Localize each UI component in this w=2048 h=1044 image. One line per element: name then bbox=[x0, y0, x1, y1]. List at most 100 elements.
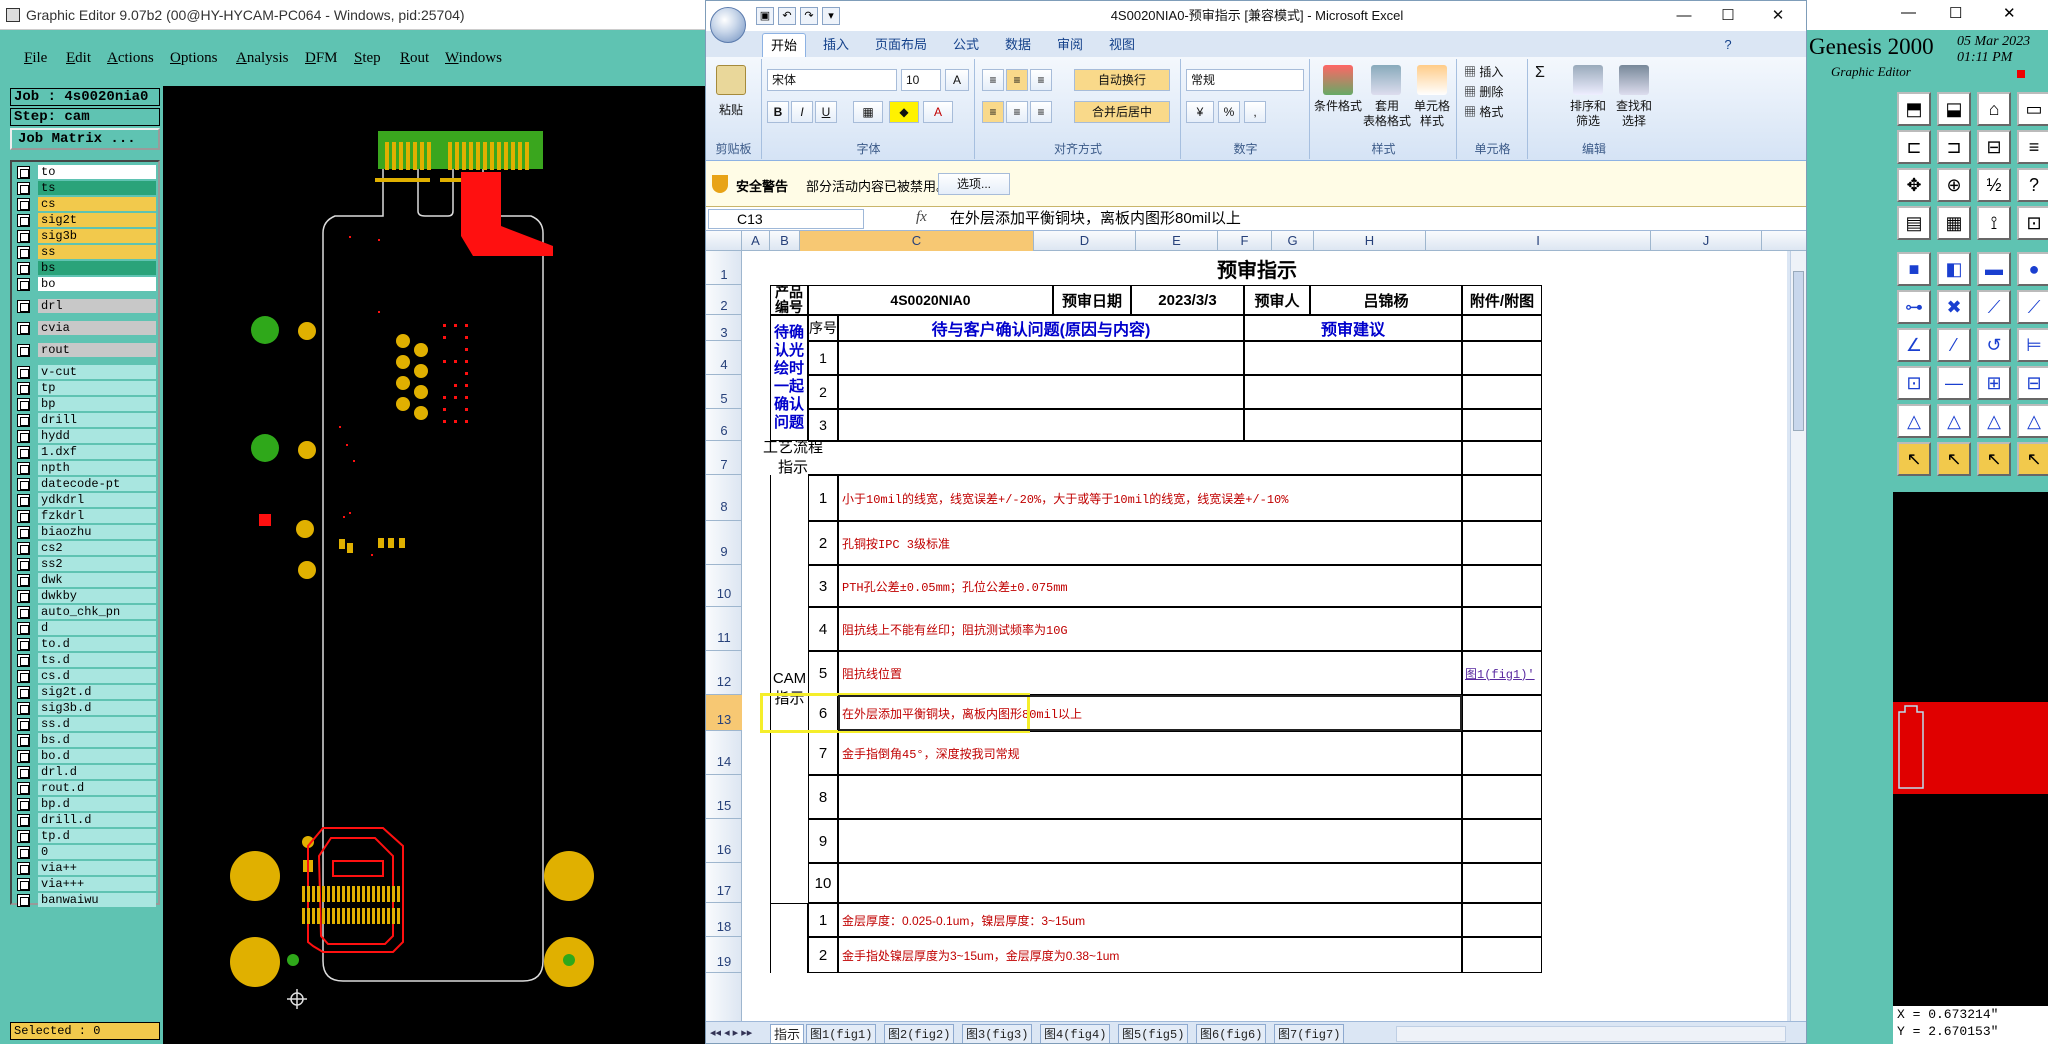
row-header[interactable]: 10 bbox=[706, 565, 742, 607]
row-header[interactable]: 8 bbox=[706, 475, 742, 521]
tool-button[interactable]: ↖ bbox=[1977, 442, 2011, 476]
cam-label[interactable]: CAM指示 bbox=[770, 475, 808, 903]
item-text[interactable]: PTH孔公差±0.05mm；孔位公差±0.075mm bbox=[838, 565, 1462, 607]
row-header[interactable]: 14 bbox=[706, 731, 742, 775]
delete-cells-button[interactable]: ▦ 删除 bbox=[1464, 85, 1524, 100]
item-text[interactable] bbox=[838, 863, 1462, 903]
layer-name[interactable]: ss2 bbox=[38, 557, 156, 571]
layer-checkbox[interactable] bbox=[17, 245, 30, 259]
item-attachment[interactable] bbox=[1462, 863, 1542, 903]
column-header[interactable]: H bbox=[1314, 231, 1426, 251]
layer-row[interactable]: d bbox=[14, 620, 156, 636]
layer-checkbox[interactable] bbox=[17, 557, 30, 571]
sheet-tab[interactable]: 指示 bbox=[770, 1024, 805, 1043]
row-header[interactable]: 5 bbox=[706, 375, 742, 409]
wrap-text-button[interactable]: 自动换行 bbox=[1074, 69, 1170, 91]
confirm-header[interactable]: 待与客户确认问题(原因与内容) bbox=[838, 315, 1244, 341]
layer-checkbox[interactable] bbox=[17, 621, 30, 635]
comma-icon[interactable]: , bbox=[1244, 101, 1266, 123]
layer-row[interactable]: drl bbox=[14, 298, 156, 314]
layer-checkbox[interactable] bbox=[17, 229, 30, 243]
layer-row[interactable]: sig2t.d bbox=[14, 684, 156, 700]
column-header[interactable]: G bbox=[1272, 231, 1314, 251]
sort-filter-button[interactable]: 排序和 筛选 bbox=[1563, 99, 1613, 129]
layer-row[interactable]: ss.d bbox=[14, 716, 156, 732]
font-color-icon[interactable]: A bbox=[923, 101, 953, 123]
layer-checkbox[interactable] bbox=[17, 653, 30, 667]
layer-checkbox[interactable] bbox=[17, 181, 30, 195]
layer-checkbox[interactable] bbox=[17, 573, 30, 587]
select-all-corner[interactable] bbox=[706, 231, 742, 251]
close-icon[interactable]: ✕ bbox=[2003, 4, 2016, 22]
layer-row[interactable]: ss bbox=[14, 244, 156, 260]
sheet-tab[interactable]: 图5(fig5) bbox=[1118, 1024, 1189, 1043]
cell[interactable] bbox=[1244, 341, 1462, 375]
sheet-tab[interactable]: 图4(fig4) bbox=[1040, 1024, 1111, 1043]
item-number[interactable]: 1 bbox=[808, 475, 838, 521]
tool-button[interactable]: ⟟ bbox=[1977, 206, 2011, 240]
reviewer-name[interactable]: 吕锦杨 bbox=[1310, 285, 1462, 315]
layer-checkbox[interactable] bbox=[17, 429, 30, 443]
tool-button[interactable]: ↺ bbox=[1977, 328, 2011, 362]
tool-button[interactable]: ● bbox=[2017, 252, 2048, 286]
suggest-header[interactable]: 预审建议 bbox=[1244, 315, 1462, 341]
layer-row[interactable]: 0 bbox=[14, 844, 156, 860]
layer-name[interactable]: 0 bbox=[38, 845, 156, 859]
format-cells-button[interactable]: ▦ 格式 bbox=[1464, 105, 1524, 120]
cell[interactable] bbox=[1462, 937, 1542, 973]
column-header[interactable]: B bbox=[770, 231, 800, 251]
currency-icon[interactable]: ¥ bbox=[1186, 101, 1214, 123]
layer-checkbox[interactable] bbox=[17, 637, 30, 651]
sheet-tab[interactable]: 图3(fig3) bbox=[962, 1024, 1033, 1043]
tab-data[interactable]: 数据 bbox=[996, 33, 1040, 57]
item-attachment[interactable] bbox=[1462, 475, 1542, 521]
row-header[interactable]: 17 bbox=[706, 863, 742, 903]
tab-view[interactable]: 视图 bbox=[1100, 33, 1144, 57]
layer-name[interactable]: rout.d bbox=[38, 781, 156, 795]
layer-name[interactable]: via++ bbox=[38, 861, 156, 875]
layer-row[interactable]: hydd bbox=[14, 428, 156, 444]
tab-page-layout[interactable]: 页面布局 bbox=[866, 33, 936, 57]
layer-row[interactable]: tp.d bbox=[14, 828, 156, 844]
tool-button[interactable]: ⬓ bbox=[1937, 92, 1971, 126]
item-text[interactable]: 金手指倒角45°，深度按我司常规 bbox=[838, 731, 1462, 775]
tool-button[interactable]: ✥ bbox=[1897, 168, 1931, 202]
percent-icon[interactable]: % bbox=[1218, 101, 1240, 123]
layer-row[interactable]: bo.d bbox=[14, 748, 156, 764]
layer-name[interactable]: npth bbox=[38, 461, 156, 475]
item-number[interactable]: 9 bbox=[808, 819, 838, 863]
reviewer-label[interactable]: 预审人 bbox=[1244, 285, 1310, 315]
item-number[interactable]: 5 bbox=[808, 651, 838, 695]
menu-analysis[interactable]: Analysis bbox=[236, 44, 289, 72]
layer-name[interactable]: to.d bbox=[38, 637, 156, 651]
item-text[interactable] bbox=[838, 819, 1462, 863]
tool-button[interactable]: ▬ bbox=[1977, 252, 2011, 286]
tool-button[interactable]: ▦ bbox=[1937, 206, 1971, 240]
help-icon[interactable]: ? bbox=[1718, 33, 1738, 57]
layer-name[interactable]: ss bbox=[38, 245, 156, 259]
item-text[interactable]: 金手指处镍层厚度为3~15um，金层厚度为0.38~1um bbox=[838, 937, 1462, 973]
layer-row[interactable]: bs bbox=[14, 260, 156, 276]
layer-row[interactable]: ts.d bbox=[14, 652, 156, 668]
column-header[interactable]: F bbox=[1218, 231, 1272, 251]
underline-icon[interactable]: U bbox=[815, 101, 837, 123]
layer-name[interactable]: drill bbox=[38, 413, 156, 427]
fill-color-icon[interactable]: ◆ bbox=[889, 101, 919, 123]
tool-button[interactable]: △ bbox=[1977, 404, 2011, 438]
tool-button[interactable]: — bbox=[1937, 366, 1971, 400]
scroll-thumb[interactable] bbox=[1793, 271, 1804, 431]
layer-name[interactable]: v-cut bbox=[38, 365, 156, 379]
item-attachment[interactable] bbox=[1462, 565, 1542, 607]
layer-name[interactable]: bp.d bbox=[38, 797, 156, 811]
layer-checkbox[interactable] bbox=[17, 717, 30, 731]
sheet-tab[interactable]: 图6(fig6) bbox=[1196, 1024, 1267, 1043]
sheet-title[interactable]: 预审指示 bbox=[742, 251, 1772, 285]
seq-number[interactable]: 1 bbox=[808, 341, 838, 375]
layer-checkbox[interactable] bbox=[17, 413, 30, 427]
tool-button[interactable]: ↖ bbox=[2017, 442, 2048, 476]
cell[interactable] bbox=[1462, 341, 1542, 375]
cell[interactable] bbox=[838, 409, 1244, 441]
row-header[interactable]: 1 bbox=[706, 251, 742, 285]
layer-name[interactable]: biaozhu bbox=[38, 525, 156, 539]
item-text[interactable]: 金层厚度：0.025-0.1um，镍层厚度：3~15um bbox=[838, 903, 1462, 937]
